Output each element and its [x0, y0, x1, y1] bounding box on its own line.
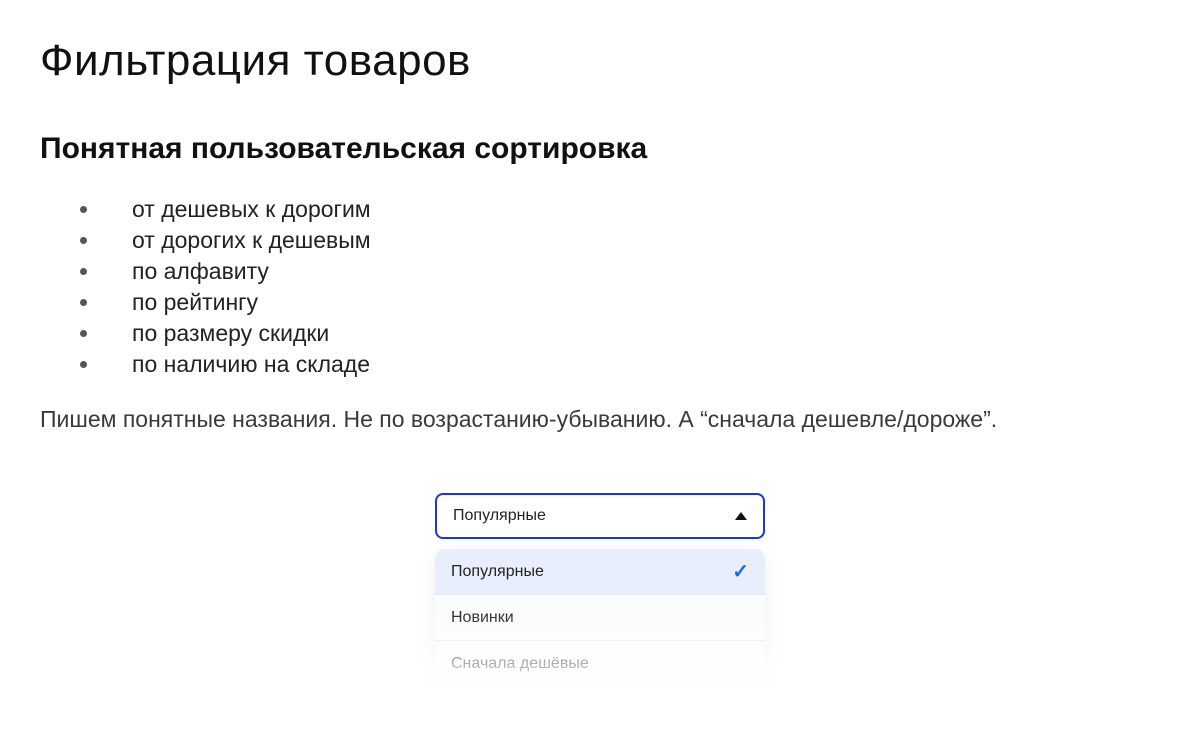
option-label: Сначала дорогие: [451, 701, 580, 719]
sort-dropdown-option[interactable]: Популярные ✓: [435, 549, 765, 595]
hint-text: Пишем понятные названия. Не по возрастан…: [40, 406, 1160, 433]
list-item: по рейтингу: [40, 287, 1160, 318]
list-item: от дорогих к дешевым: [40, 225, 1160, 256]
sort-dropdown-menu: Популярные ✓ Новинки Сначала дешёвые Сна…: [435, 549, 765, 730]
check-icon: ✓: [732, 559, 749, 584]
list-item: по наличию на складе: [40, 349, 1160, 380]
page-title: Фильтрация товаров: [40, 36, 1160, 86]
sort-dropdown-option[interactable]: Новинки: [435, 595, 765, 641]
option-label: Новинки: [451, 609, 514, 627]
list-item: по алфавиту: [40, 256, 1160, 287]
list-item: от дешевых к дорогим: [40, 194, 1160, 225]
sort-examples-list: от дешевых к дорогим от дорогих к дешевы…: [40, 194, 1160, 380]
section-subtitle: Понятная пользовательская сортировка: [40, 132, 1160, 166]
sort-dropdown-selected-label: Популярные: [453, 507, 546, 525]
list-item: по размеру скидки: [40, 318, 1160, 349]
option-label: Популярные: [451, 563, 544, 581]
sort-dropdown: Популярные Популярные ✓ Новинки Сначала …: [435, 493, 765, 730]
sort-dropdown-trigger[interactable]: Популярные: [435, 493, 765, 539]
option-label: Сначала дешёвые: [451, 655, 589, 673]
sort-dropdown-option[interactable]: Сначала дорогие: [435, 687, 765, 730]
caret-up-icon: [735, 512, 747, 520]
sort-dropdown-option[interactable]: Сначала дешёвые: [435, 641, 765, 687]
